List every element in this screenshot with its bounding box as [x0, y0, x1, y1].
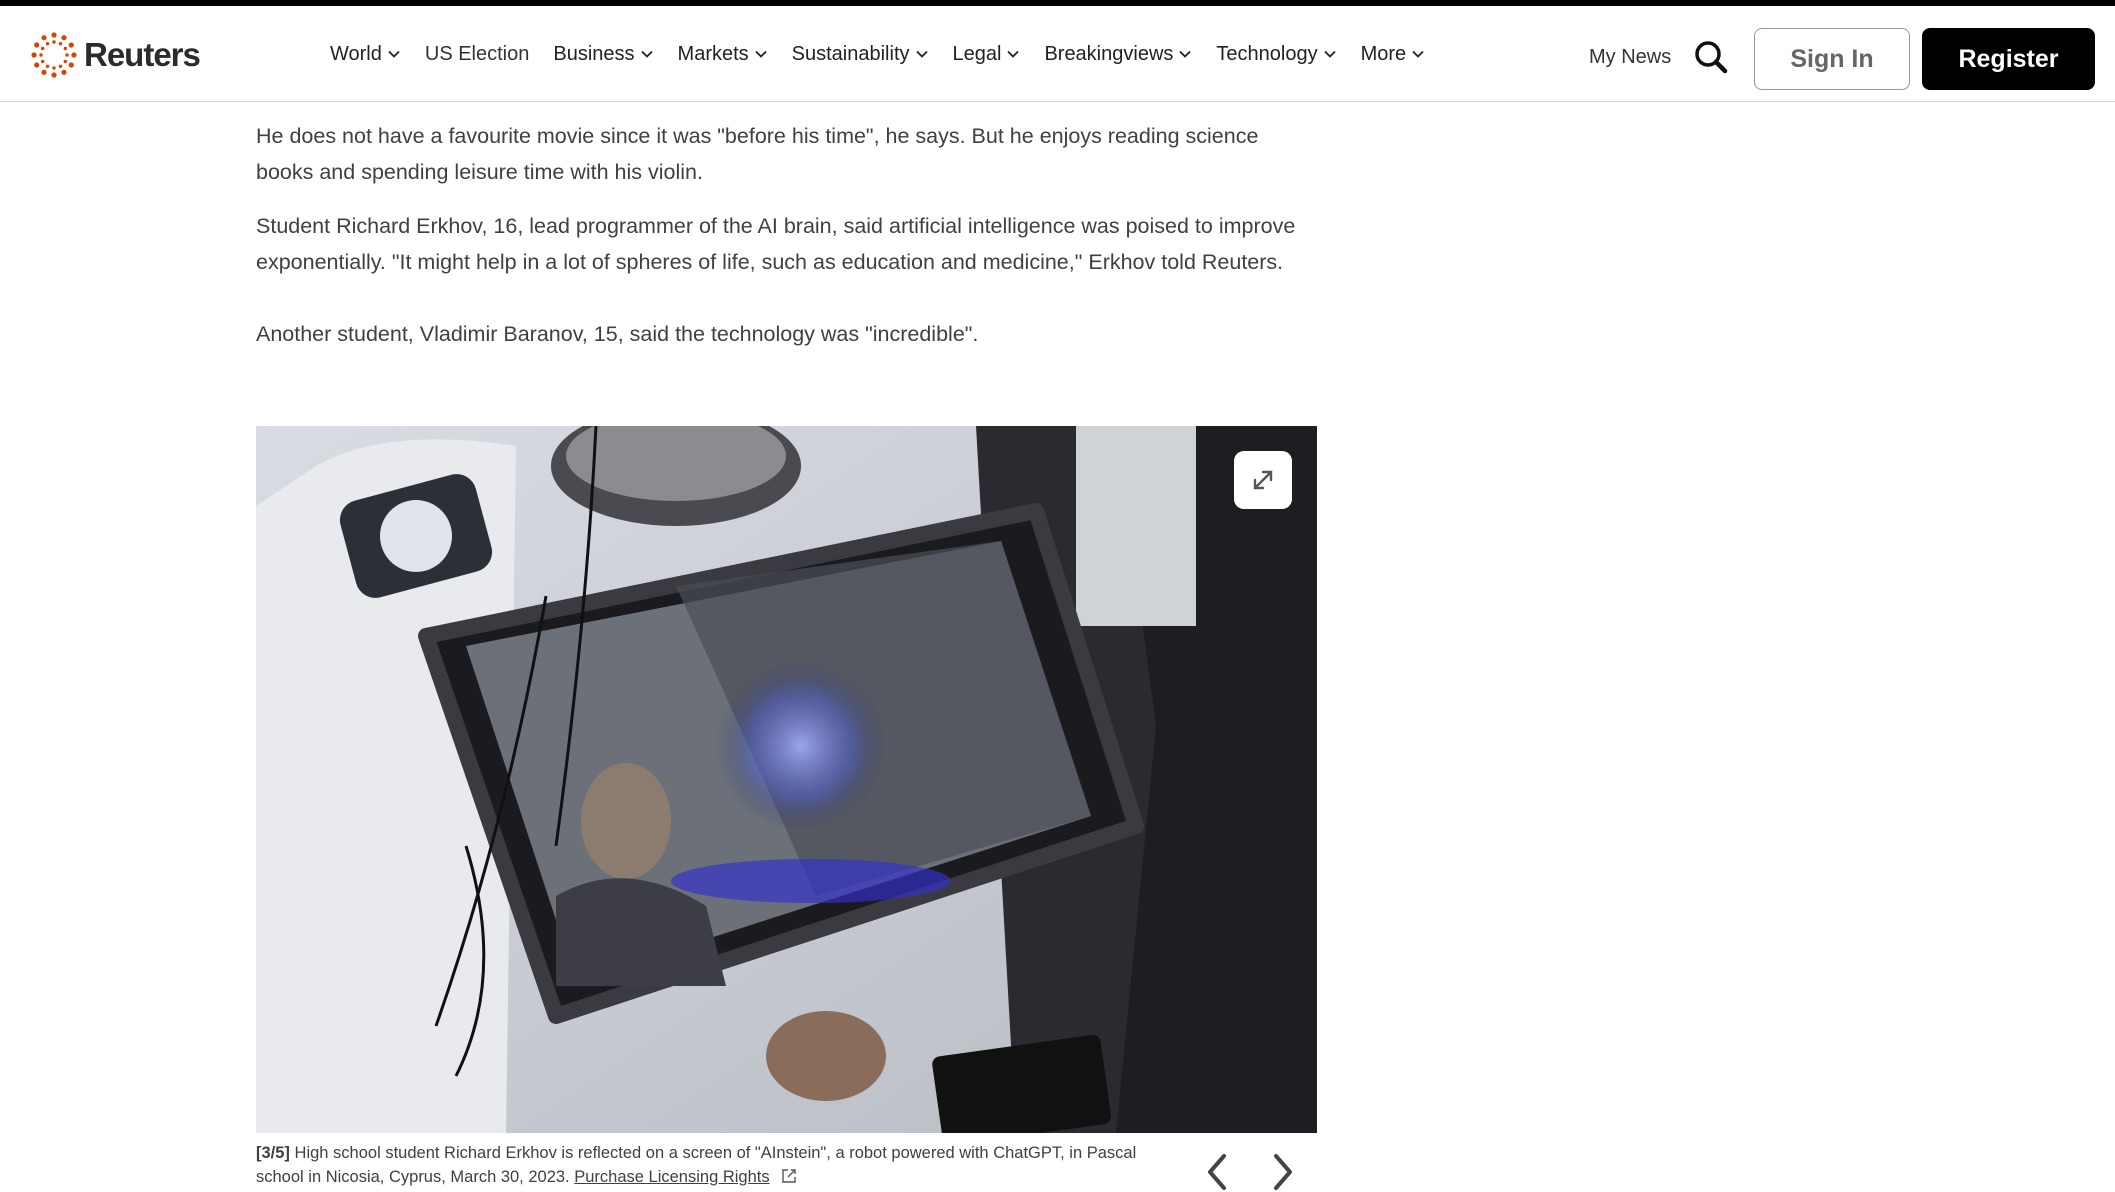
- nav-item-more[interactable]: More: [1361, 43, 1426, 66]
- chevron-down-icon: [640, 50, 653, 58]
- nav-item-breakingviews[interactable]: Breakingviews: [1044, 43, 1192, 66]
- gallery-image[interactable]: [256, 426, 1317, 1133]
- chevron-down-icon: [1007, 50, 1020, 58]
- chevron-down-icon: [1412, 50, 1424, 58]
- article-paragraph: He does not have a favourite movie since…: [256, 124, 1259, 184]
- nav-label: Legal: [952, 42, 1002, 65]
- nav-item-business[interactable]: Business: [553, 43, 653, 66]
- nav-item-markets[interactable]: Markets: [678, 43, 768, 66]
- nav-label: Business: [553, 42, 635, 65]
- chevron-down-icon: [915, 50, 928, 58]
- nav-label: Breakingviews: [1044, 42, 1174, 65]
- image-caption: [3/5] High school student Richard Erkhov…: [256, 1141, 1176, 1189]
- register-button[interactable]: Register: [1922, 28, 2095, 90]
- expand-image-button[interactable]: [1234, 451, 1292, 509]
- nav-item-sustainability[interactable]: Sustainability: [792, 43, 929, 66]
- article-body: He does not have a favourite movie since…: [256, 118, 1316, 370]
- chevron-down-icon: [1179, 50, 1192, 58]
- gallery-counter: [3/5]: [256, 1144, 290, 1162]
- article-paragraph: Another student, Vladimir Baranov, 15, s…: [256, 322, 979, 346]
- chevron-left-icon[interactable]: [1200, 1152, 1236, 1192]
- chevron-down-icon: [755, 50, 767, 58]
- purchase-licensing-link[interactable]: Purchase Licensing Rights: [574, 1168, 769, 1186]
- article-paragraph: Student Richard Erkhov, 16, lead program…: [256, 214, 1296, 274]
- external-link-icon[interactable]: [780, 1167, 798, 1185]
- sign-in-button[interactable]: Sign In: [1754, 28, 1910, 90]
- chevron-down-icon: [1323, 50, 1336, 58]
- nav-label: Technology: [1216, 42, 1318, 65]
- nav-item-world[interactable]: World: [330, 43, 401, 66]
- reuters-logo[interactable]: Reuters: [30, 30, 201, 80]
- nav-item-us-election[interactable]: US Election: [425, 43, 530, 66]
- search-icon[interactable]: [1693, 39, 1729, 75]
- site-header: Reuters World US Election Business Marke…: [0, 6, 2115, 102]
- expand-icon: [1253, 470, 1273, 490]
- nav-label: World: [330, 42, 382, 65]
- my-news-link[interactable]: My News: [1589, 46, 1671, 69]
- nav-label: Markets: [677, 42, 749, 65]
- nav-item-technology[interactable]: Technology: [1216, 43, 1336, 66]
- main-nav: World US Election Business Markets Susta…: [330, 36, 1449, 72]
- nav-item-legal[interactable]: Legal: [953, 43, 1021, 66]
- nav-label: Sustainability: [791, 42, 910, 65]
- reuters-wordmark: Reuters: [84, 36, 201, 73]
- robot-photo: [256, 426, 1317, 1133]
- reuters-logo-icon: [31, 32, 77, 78]
- nav-label: More: [1360, 42, 1407, 65]
- chevron-down-icon: [388, 50, 400, 58]
- chevron-right-icon[interactable]: [1264, 1152, 1300, 1192]
- nav-label: US Election: [424, 42, 530, 65]
